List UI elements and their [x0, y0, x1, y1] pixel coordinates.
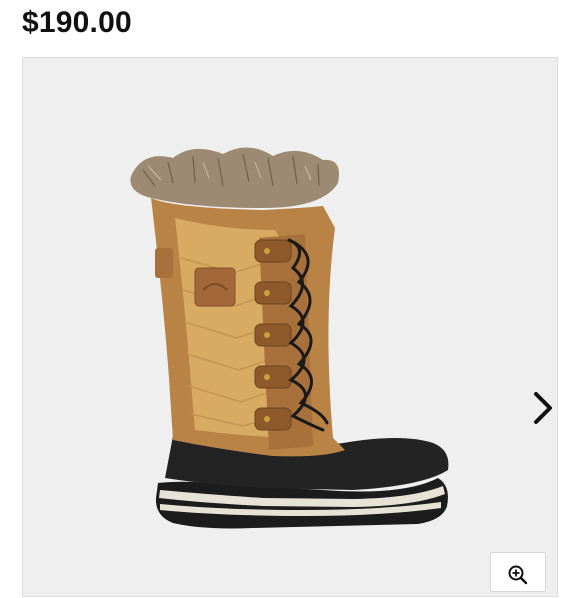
- boot-image: [130, 147, 449, 529]
- zoom-button[interactable]: [490, 552, 546, 592]
- product-gallery: [22, 57, 558, 597]
- chevron-right-icon: [534, 392, 552, 424]
- product-price: $190.00: [22, 6, 132, 39]
- next-image-button[interactable]: [523, 388, 563, 428]
- zoom-in-icon: [508, 565, 528, 585]
